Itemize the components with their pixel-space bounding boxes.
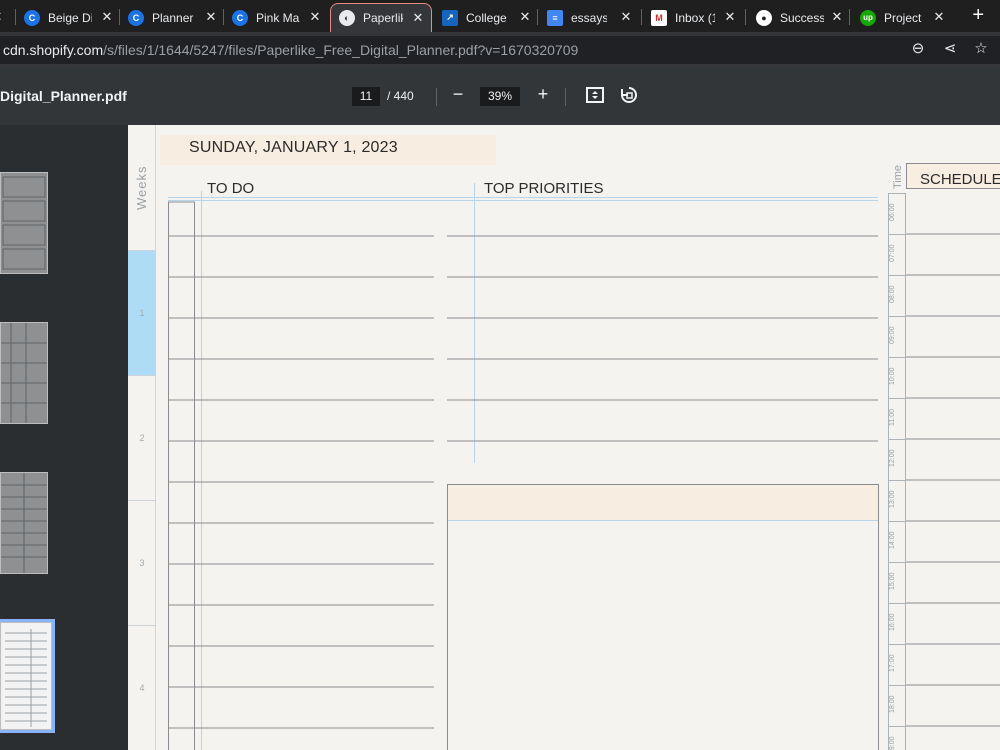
fit-page-icon [586, 87, 604, 103]
omnibox[interactable]: cdn.shopify.com/s/files/1/1644/5247/file… [0, 36, 1000, 64]
upwork-icon: up [860, 9, 876, 26]
tab-1[interactable]: C Beige Di ✕ [24, 3, 120, 32]
new-tab-button[interactable]: + [972, 4, 984, 27]
toolbar-divider [565, 88, 566, 106]
url-host: cdn.shopify.com [3, 42, 104, 58]
time-slot-label: 14:00 [889, 531, 896, 549]
time-slot-label: 15:00 [889, 572, 896, 590]
time-slot-label: 11:00 [889, 409, 896, 426]
tab-6[interactable]: ≡ essays ✕ [547, 3, 639, 32]
share-icon[interactable]: ⋖ [940, 39, 960, 59]
globe-icon: ◐ [339, 10, 355, 26]
close-icon[interactable]: ✕ [619, 9, 633, 25]
tab-5[interactable]: ↗ College ✕ [442, 3, 538, 32]
time-slot-label: 19:00 [889, 736, 896, 750]
tab-8[interactable]: ● Success ✕ [756, 3, 850, 32]
zoom-out-icon[interactable]: ⊖ [908, 39, 928, 59]
tab-title: Inbox (1 [675, 10, 715, 25]
close-icon[interactable]: ✕ [932, 9, 946, 25]
tab-7[interactable]: M Inbox (1 ✕ [651, 3, 743, 32]
page-number-input[interactable]: 11 [352, 87, 380, 106]
notes-header-bar [448, 485, 878, 521]
college-icon: ↗ [442, 9, 458, 26]
close-icon[interactable]: ✕ [204, 9, 218, 25]
address-bar: cdn.shopify.com/s/files/1/1644/5247/file… [0, 32, 1000, 68]
thumbnail-preview [1, 473, 47, 573]
tab-separator [15, 9, 16, 25]
pdf-page: Weeks 1 2 3 4 SUNDAY, JANUARY 1, 2023 TO… [128, 125, 1000, 750]
url-text[interactable]: cdn.shopify.com/s/files/1/1644/5247/file… [3, 42, 578, 58]
tab-title: Planner [152, 10, 194, 25]
tab-separator [119, 9, 120, 25]
time-slot-label: 06:00 [889, 203, 896, 221]
tab-title: Pink Ma [256, 10, 300, 25]
schedule-header: SCHEDULE [920, 171, 1000, 188]
close-icon[interactable]: ✕ [308, 9, 322, 25]
tab-3[interactable]: C Pink Ma ✕ [232, 3, 328, 32]
thumbnail-preview [1, 323, 47, 423]
page-total: / 440 [387, 89, 414, 103]
bookmark-star-icon[interactable]: ☆ [971, 39, 991, 59]
thumbnail-sidebar [0, 125, 128, 750]
tab-title: Beige Di [48, 10, 92, 25]
close-icon[interactable]: ✕ [0, 9, 4, 25]
pdf-toolbar: Digital_Planner.pdf 11 / 440 − 39% + [0, 68, 1000, 125]
thumbnail-preview [5, 629, 47, 727]
time-slot-label: 13:00 [889, 490, 896, 508]
close-icon[interactable]: ✕ [100, 9, 114, 25]
tab-2[interactable]: C Planner ✕ [128, 3, 224, 32]
tab-0[interactable]: ✕ [0, 3, 16, 32]
tab-9[interactable]: up Project ✕ [860, 3, 952, 32]
zoom-input[interactable]: 39% [480, 87, 520, 106]
tab-separator [745, 9, 746, 25]
zoom-in-button[interactable]: + [532, 84, 554, 105]
notes-box[interactable] [447, 484, 879, 750]
close-icon[interactable]: ✕ [723, 9, 737, 25]
tab-title: Project [884, 10, 922, 25]
time-label: Time [892, 164, 904, 189]
fit-page-button[interactable] [584, 86, 606, 109]
tab-strip: ✕ C Beige Di ✕ C Planner ✕ C Pink Ma ✕ ◐… [0, 0, 1000, 32]
thumbnail-page[interactable] [0, 322, 48, 424]
time-slot-label: 08:00 [889, 285, 896, 303]
canva-icon: C [128, 9, 144, 26]
tab-separator [223, 9, 224, 25]
docs-icon: ≡ [547, 9, 563, 26]
thumbnail-page[interactable] [0, 172, 48, 274]
pdf-filename: Digital_Planner.pdf [0, 88, 127, 104]
time-slot-label: 18:00 [889, 695, 896, 713]
tab-separator [641, 9, 642, 25]
canva-icon: C [232, 9, 248, 26]
close-icon[interactable]: ✕ [411, 10, 425, 26]
rotate-icon [621, 87, 637, 103]
tab-title: College [466, 10, 507, 25]
time-slot-label: 09:00 [889, 326, 896, 344]
url-path: /s/files/1/1644/5247/files/Paperlike_Fre… [103, 42, 579, 58]
close-icon[interactable]: ✕ [518, 9, 532, 25]
zoom-out-button[interactable]: − [447, 84, 469, 105]
time-slot-label: 12:00 [889, 449, 896, 467]
toolbar-divider [436, 88, 437, 106]
tab-separator [849, 9, 850, 25]
gmail-icon: M [651, 9, 667, 26]
tab-title: essays [571, 10, 607, 25]
tab-title: Success [780, 10, 824, 25]
thumbnail-page-selected[interactable] [0, 619, 55, 733]
time-slot-label: 10:00 [889, 367, 896, 385]
rotate-button[interactable] [618, 85, 640, 110]
time-slot-label: 16:00 [889, 613, 896, 631]
tab-separator [537, 9, 538, 25]
time-slot-label: 07:00 [889, 244, 896, 262]
pdf-viewer: Weeks 1 2 3 4 SUNDAY, JANUARY 1, 2023 TO… [0, 125, 1000, 750]
close-icon[interactable]: ✕ [830, 9, 844, 25]
time-slot-label: 17:00 [889, 654, 896, 672]
tab-4-active[interactable]: ◐ Paperlik ✕ [330, 3, 432, 32]
success-icon: ● [756, 9, 772, 26]
thumbnail-page[interactable] [0, 472, 48, 574]
tab-title: Paperlik [363, 11, 403, 25]
canva-icon: C [24, 9, 40, 26]
thumbnail-preview [2, 176, 46, 270]
